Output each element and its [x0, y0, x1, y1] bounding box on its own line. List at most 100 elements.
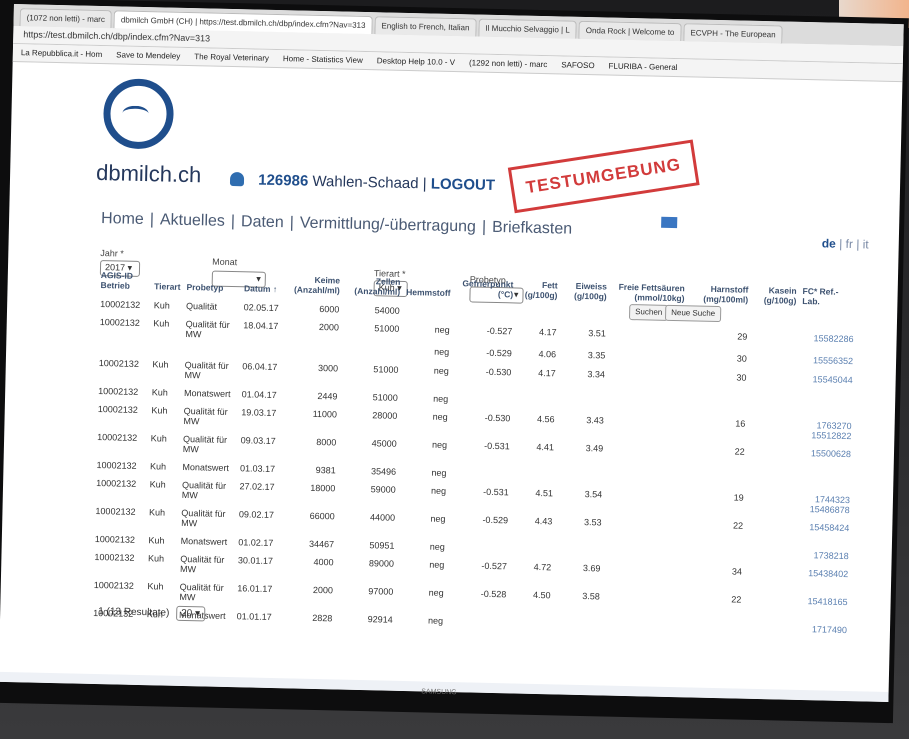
bookmark-item[interactable]: Save to Mendeley — [116, 50, 180, 60]
table-cell[interactable]: 1738218 — [793, 543, 851, 562]
lang-others[interactable]: fr | it — [845, 237, 868, 252]
table-cell: 3.34 — [587, 369, 606, 380]
table-cell: 02.05.17 — [243, 302, 279, 314]
nav-item[interactable]: Daten — [241, 213, 284, 231]
column-header[interactable]: Probetyp — [183, 270, 241, 295]
table-cell[interactable]: 15500628 — [796, 441, 855, 470]
table-cell[interactable]: 15438402 — [793, 561, 852, 590]
bookmark-item[interactable]: (1292 non letti) - marc — [469, 58, 547, 69]
bookmark-item[interactable]: The Royal Veterinary — [194, 52, 269, 63]
table-cell[interactable] — [795, 469, 853, 488]
bookmark-item[interactable]: FLURIBA - General — [608, 62, 677, 73]
nav-item[interactable]: Aktuelles — [160, 211, 225, 229]
table-cell[interactable]: 1763270 15512822 — [796, 413, 855, 442]
table-cell[interactable]: 15556352 — [798, 354, 856, 368]
column-header[interactable]: Kasein (g/100g) — [751, 283, 800, 308]
table-cell: 16 — [735, 418, 746, 429]
table-cell: 22 — [732, 520, 744, 531]
column-header[interactable]: Keime (Anzahl/ml) — [282, 272, 343, 297]
table-cell: neg — [430, 513, 446, 524]
table-cell[interactable] — [799, 308, 857, 327]
column-header[interactable]: Datum ↑ — [241, 271, 283, 296]
browser-tab[interactable]: English to French, Italian — [374, 16, 477, 37]
table-cell: 10002132 — [96, 477, 137, 489]
column-header[interactable]: Eiweiss (g/100g) — [560, 278, 610, 303]
table-cell — [606, 437, 684, 467]
table-cell: neg — [434, 346, 450, 357]
browser-tab[interactable]: Il Mucchio Selvaggio | L — [478, 18, 578, 39]
test-environment-stamp: TESTUMGEBUNG — [507, 139, 700, 214]
table-cell: 3.51 — [588, 328, 606, 339]
table-cell: Kuh — [148, 535, 165, 546]
table-cell[interactable]: 15418165 — [792, 589, 851, 618]
column-header[interactable]: FC* Ref.-Lab. — [799, 284, 858, 309]
table-cell: 19 — [733, 492, 744, 503]
table-cell: 50951 — [369, 540, 395, 551]
bookmark-item[interactable]: La Repubblica.it - Hom — [21, 48, 103, 59]
table-cell: Qualität für MW — [183, 405, 228, 427]
table-cell: Qualität für MW — [181, 507, 226, 529]
table-cell: Qualität für MW — [181, 479, 227, 501]
bookmark-item[interactable]: SAFOSO — [561, 60, 595, 70]
page-number[interactable]: 1 — [98, 606, 104, 617]
table-cell: 10002132 — [94, 551, 135, 563]
table-cell[interactable]: 1744323 15486878 — [795, 487, 854, 516]
table-cell[interactable] — [797, 395, 855, 414]
table-cell: 10002132 — [99, 317, 140, 328]
table-cell — [514, 388, 559, 407]
column-header[interactable]: Fett (g/100g) — [516, 277, 561, 302]
table-cell — [744, 588, 793, 617]
table-cell: 10002132 — [96, 459, 137, 471]
table-cell — [240, 341, 281, 355]
column-header[interactable]: Tierart — [151, 269, 184, 294]
table-cell[interactable]: 15458424 — [794, 515, 853, 544]
table-cell: Qualität für MW — [185, 318, 230, 340]
table-cell[interactable]: 1717490 — [792, 617, 850, 636]
nav-item[interactable]: Home — [101, 210, 144, 228]
nav-item[interactable]: Vermittlung/-übertragung — [300, 215, 476, 236]
bookmark-item[interactable]: Desktop Help 10.0 - V — [377, 56, 455, 67]
table-cell: 3.54 — [584, 489, 603, 500]
lang-de[interactable]: de — [822, 236, 836, 250]
monitor-brand: SAMSUNG — [421, 688, 457, 697]
dbmilch-logo-icon[interactable] — [102, 78, 175, 150]
table-cell[interactable]: 15545044 — [797, 367, 856, 396]
logout-link[interactable]: LOGOUT — [431, 176, 496, 194]
table-cell: 9381 — [315, 464, 336, 476]
browser-tab[interactable]: ECVPH - The European — [683, 23, 783, 44]
table-cell: -0.529 — [482, 514, 509, 526]
nav-separator: | — [289, 214, 295, 232]
column-header[interactable]: Freie Fettsäuren (mmol/10kg) — [610, 280, 688, 306]
browser-tab[interactable]: Onda Rock | Welcome to — [578, 20, 682, 42]
mail-icon[interactable] — [661, 216, 678, 229]
table-cell: 09.03.17 — [240, 435, 276, 447]
table-cell — [608, 363, 686, 393]
table-cell — [747, 468, 796, 487]
table-cell: 10002132 — [98, 358, 140, 369]
table-cell: -0.528 — [480, 588, 507, 600]
results-table: AGIS-ID Betrieb Tierart Probetyp Datum ↑ Kei… — [90, 268, 858, 636]
table-cell — [604, 539, 682, 559]
table-cell: neg — [431, 439, 448, 450]
table-cell: 06.04.17 — [242, 361, 278, 373]
table-cell: 10002132 — [98, 386, 139, 397]
per-page-select[interactable]: 20 ▾ — [175, 605, 206, 622]
column-header[interactable]: AGIS-ID Betrieb — [97, 268, 151, 293]
bookmark-item[interactable]: Home - Statistics View — [283, 54, 363, 65]
table-cell: 10002132 — [94, 533, 136, 545]
language-switch[interactable]: de | fr | it — [822, 236, 869, 251]
column-header[interactable]: Harnstoff (mg/100ml) — [687, 281, 751, 306]
photo-background: ch (1072 non letti) - marcdbmilch GmbH (… — [0, 0, 909, 739]
table-cell — [747, 440, 796, 469]
brand-name[interactable]: dbmilch.ch — [96, 160, 202, 188]
user-info: 126986 Wahlen-Schaad | LOGOUT — [229, 171, 496, 194]
column-header[interactable]: Hemmstoff — [403, 275, 454, 300]
column-header[interactable]: Zellen (Anzahl/ml) — [343, 274, 404, 299]
browser-tab[interactable]: (1072 non letti) - marc — [19, 8, 113, 29]
table-cell: 3.49 — [585, 443, 604, 454]
table-cell[interactable]: 15582286 — [798, 326, 857, 355]
column-header[interactable]: Gefrierpunkt (°C) — [453, 276, 516, 301]
nav-item[interactable]: Briefkasten — [492, 219, 572, 238]
table-cell: neg — [428, 587, 444, 598]
table-cell — [602, 613, 680, 633]
